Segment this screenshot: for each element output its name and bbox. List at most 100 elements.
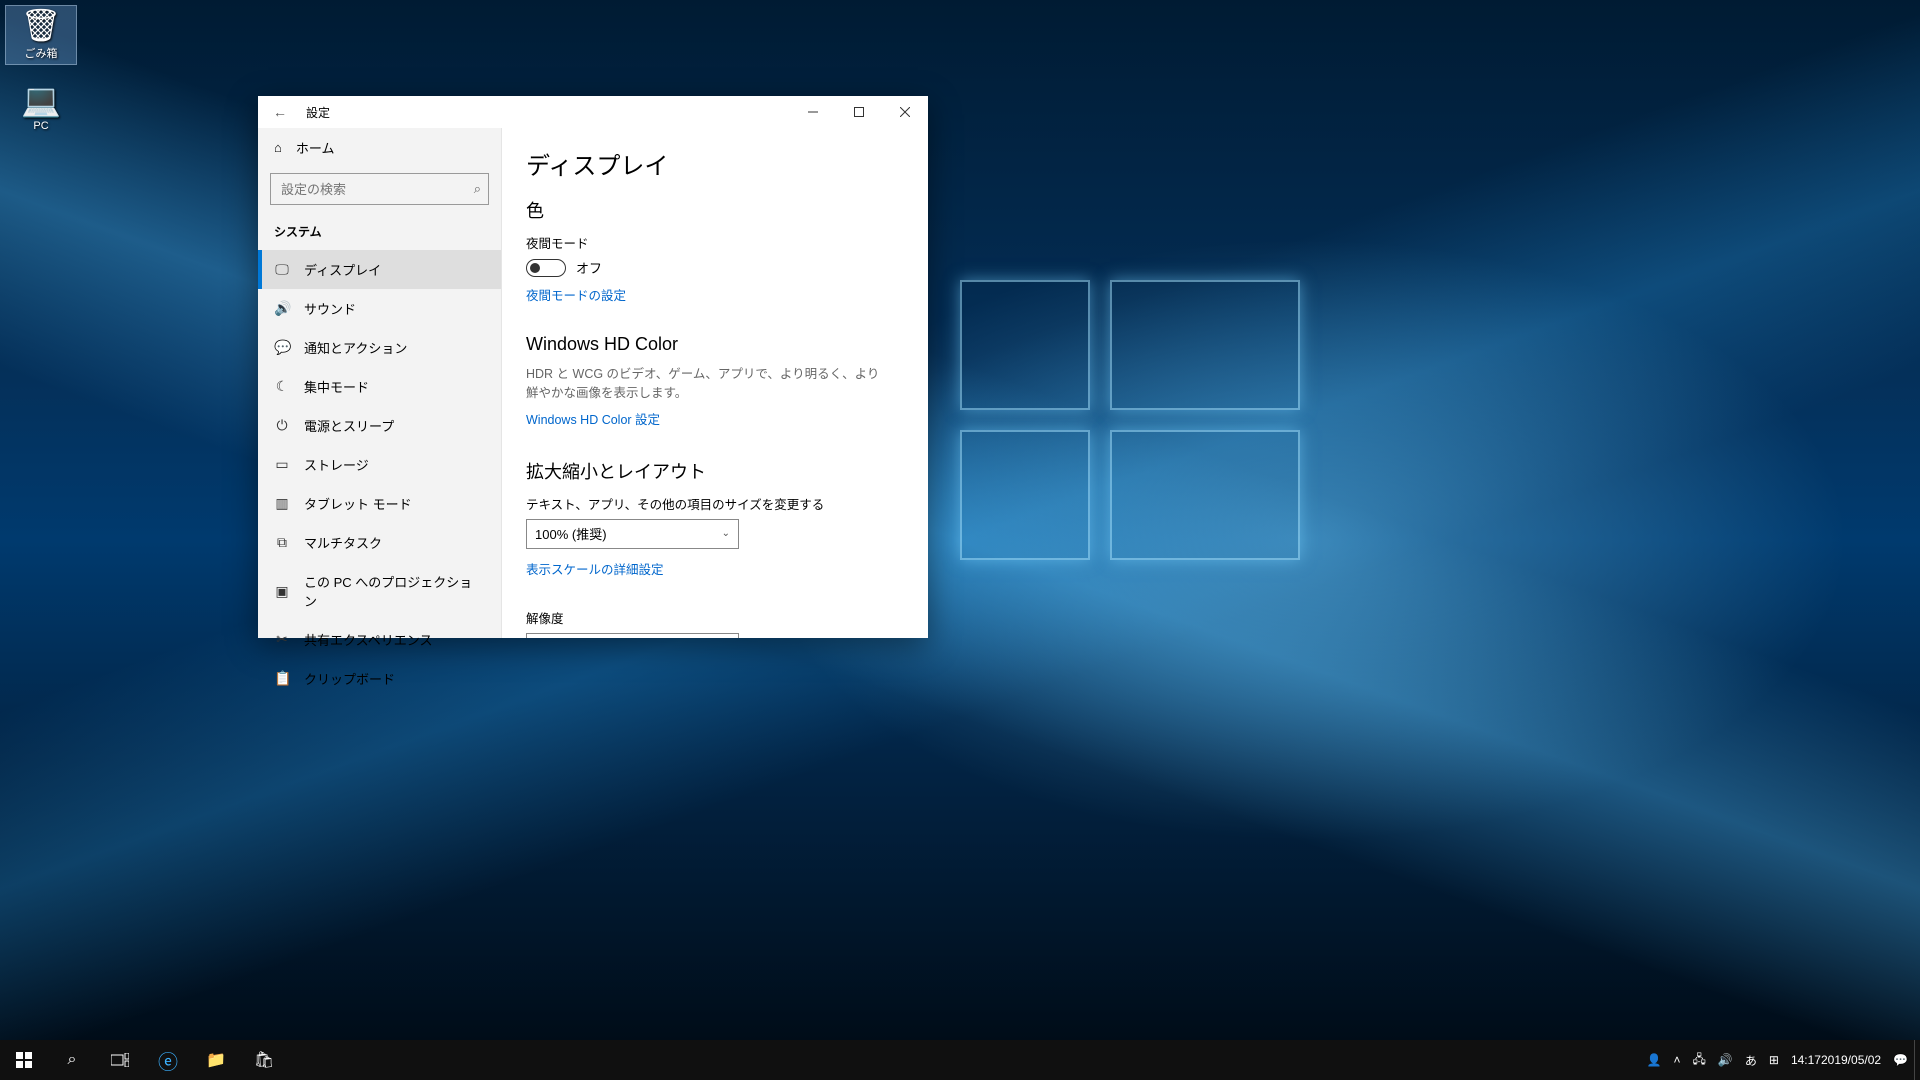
hdcolor-heading: Windows HD Color	[526, 334, 904, 355]
sidebar-item-clipboard[interactable]: 📋 クリップボード	[258, 659, 501, 698]
task-view-button[interactable]	[96, 1040, 144, 1080]
toggle-track	[526, 259, 566, 277]
sidebar-item-tablet[interactable]: ▥ タブレット モード	[258, 484, 501, 523]
sidebar-item-label: ストレージ	[304, 455, 369, 474]
power-icon: ⏻	[274, 417, 290, 434]
volume-icon: 🔊	[1718, 1053, 1733, 1067]
chevron-up-icon: ˄	[1674, 1053, 1681, 1067]
taskbar-app-explorer[interactable]: 📁	[192, 1040, 240, 1080]
maximize-button[interactable]	[836, 96, 882, 128]
projection-icon: ▣	[274, 583, 290, 600]
tray-volume[interactable]: 🔊	[1712, 1040, 1739, 1080]
night-light-toggle[interactable]: オフ	[526, 258, 904, 277]
folder-icon: 📁	[206, 1050, 226, 1070]
minimize-icon	[808, 107, 818, 117]
settings-window: ← 設定 ⌂ ホーム ⌕	[258, 96, 928, 638]
sidebar-item-display[interactable]: 🖵 ディスプレイ	[258, 250, 501, 289]
scale-dropdown[interactable]: 100% (推奨) ⌄	[526, 519, 739, 549]
titlebar[interactable]: ← 設定	[258, 96, 928, 128]
back-button[interactable]: ←	[258, 104, 302, 120]
people-icon: 👤	[1647, 1053, 1662, 1067]
multitask-icon: ⧉	[274, 534, 290, 551]
hdcolor-description: HDR と WCG のビデオ、ゲーム、アプリで、より明るく、より鮮やかな画像を表…	[526, 365, 886, 403]
scale-heading: 拡大縮小とレイアウト	[526, 458, 904, 484]
sidebar-item-label: この PC へのプロジェクション	[304, 572, 485, 610]
display-icon: 🖵	[274, 261, 290, 278]
night-light-label: 夜間モード	[526, 233, 904, 252]
home-icon: ⌂	[274, 140, 282, 155]
tray-overflow[interactable]: ˄	[1668, 1040, 1687, 1080]
sidebar-item-label: 集中モード	[304, 377, 369, 396]
start-button[interactable]	[0, 1040, 48, 1080]
sidebar: ⌂ ホーム ⌕ システム 🖵 ディスプレイ 🔊 サウンド 💬	[258, 128, 502, 638]
desktop[interactable]: 🗑 ごみ箱 💻 PC ← 設定 ⌂ ホーム	[0, 0, 1920, 1080]
sidebar-item-shared[interactable]: ✂ 共有エクスペリエンス	[258, 620, 501, 659]
clock-time: 14:17	[1791, 1053, 1821, 1068]
ime-pad-icon: ⊞	[1769, 1053, 1779, 1067]
sidebar-item-notifications[interactable]: 💬 通知とアクション	[258, 328, 501, 367]
close-button[interactable]	[882, 96, 928, 128]
dropdown-value: 100% (推奨)	[535, 524, 607, 543]
show-desktop-button[interactable]	[1914, 1040, 1920, 1080]
sidebar-item-storage[interactable]: ▭ ストレージ	[258, 445, 501, 484]
taskbar-app-ie[interactable]: ⓔ	[144, 1040, 192, 1080]
wallpaper-pane	[1110, 280, 1300, 410]
pc-icon: 💻	[6, 84, 76, 116]
notification-icon: 💬	[274, 339, 290, 356]
taskbar-people[interactable]: 👤	[1641, 1040, 1668, 1080]
sidebar-item-projection[interactable]: ▣ この PC へのプロジェクション	[258, 562, 501, 620]
wallpaper-pane	[1110, 430, 1300, 560]
scale-label: テキスト、アプリ、その他の項目のサイズを変更する	[526, 494, 904, 513]
sidebar-item-label: クリップボード	[304, 669, 395, 688]
tray-network[interactable]: 🖧	[1687, 1040, 1712, 1080]
recycle-bin-icon: 🗑	[6, 9, 76, 41]
minimize-button[interactable]	[790, 96, 836, 128]
color-heading: 色	[526, 197, 904, 223]
page-title: ディスプレイ	[526, 146, 904, 181]
sidebar-item-power[interactable]: ⏻ 電源とスリープ	[258, 406, 501, 445]
action-center-icon: 💬	[1893, 1053, 1908, 1067]
resolution-dropdown[interactable]: 1920 × 1080 (推奨) ⌄	[526, 633, 739, 639]
window-title: 設定	[306, 104, 330, 121]
sidebar-item-sound[interactable]: 🔊 サウンド	[258, 289, 501, 328]
sidebar-section-label: システム	[258, 219, 501, 250]
scale-advanced-link[interactable]: 表示スケールの詳細設定	[526, 559, 664, 578]
task-view-icon	[111, 1053, 129, 1067]
search-button[interactable]: ⌕	[48, 1040, 96, 1080]
wallpaper-pane	[960, 430, 1090, 560]
store-icon: 🛍	[254, 1050, 274, 1070]
search-input[interactable]	[270, 173, 489, 205]
hdcolor-settings-link[interactable]: Windows HD Color 設定	[526, 409, 660, 428]
ime-indicator: あ	[1745, 1052, 1757, 1069]
desktop-icon-recycle-bin[interactable]: 🗑 ごみ箱	[6, 6, 76, 64]
sidebar-home[interactable]: ⌂ ホーム	[258, 128, 501, 167]
sidebar-home-label: ホーム	[296, 138, 335, 157]
taskbar: ⌕ ⓔ 📁 🛍 👤 ˄ 🖧 🔊 あ ⊞ 14:17 2019/05/02 💬	[0, 1040, 1920, 1080]
clipboard-icon: 📋	[274, 670, 290, 687]
sidebar-item-focus[interactable]: ☾ 集中モード	[258, 367, 501, 406]
sound-icon: 🔊	[274, 300, 290, 317]
sidebar-item-multitask[interactable]: ⧉ マルチタスク	[258, 523, 501, 562]
network-icon: 🖧	[1693, 1050, 1706, 1071]
resolution-label: 解像度	[526, 608, 904, 627]
settings-main[interactable]: ディスプレイ 色 夜間モード オフ 夜間モードの設定 Windows HD Co…	[502, 128, 928, 638]
taskbar-clock[interactable]: 14:17 2019/05/02	[1785, 1040, 1887, 1080]
sidebar-search: ⌕	[270, 173, 489, 205]
close-icon	[900, 107, 910, 117]
action-center-button[interactable]: 💬	[1887, 1040, 1914, 1080]
sidebar-item-label: 電源とスリープ	[304, 416, 394, 435]
tray-ime-pad[interactable]: ⊞	[1763, 1040, 1785, 1080]
maximize-icon	[854, 107, 864, 117]
tray-ime[interactable]: あ	[1739, 1040, 1763, 1080]
sidebar-item-label: 通知とアクション	[304, 338, 407, 357]
sidebar-item-label: サウンド	[304, 299, 356, 318]
share-icon: ✂	[274, 631, 290, 648]
desktop-icon-pc[interactable]: 💻 PC	[6, 84, 76, 132]
tablet-icon: ▥	[274, 495, 290, 512]
desktop-icon-label: ごみ箱	[6, 45, 76, 61]
wallpaper-pane	[960, 280, 1090, 410]
sidebar-item-label: マルチタスク	[304, 533, 382, 552]
taskbar-app-store[interactable]: 🛍	[240, 1040, 288, 1080]
night-light-settings-link[interactable]: 夜間モードの設定	[526, 285, 626, 304]
storage-icon: ▭	[274, 456, 290, 473]
